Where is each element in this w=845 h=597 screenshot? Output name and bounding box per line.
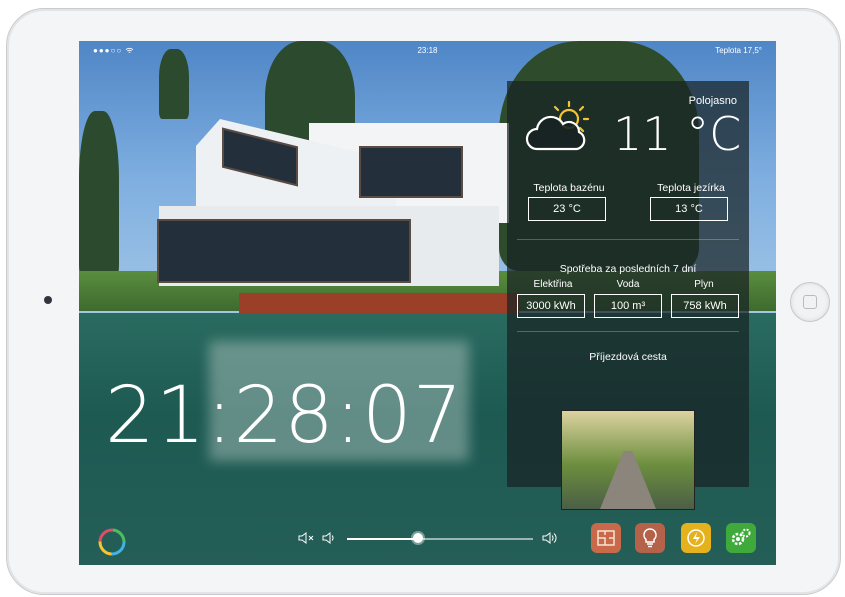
gas-value: 758 kWh — [671, 294, 739, 318]
lighting-button[interactable] — [635, 523, 665, 553]
energy-button[interactable] — [681, 523, 711, 553]
energy-icon — [681, 523, 711, 553]
home-button-icon — [803, 295, 817, 309]
home-button[interactable] — [790, 282, 830, 322]
volume-slider-fill — [347, 538, 418, 540]
panel-divider — [517, 239, 739, 240]
settings-button[interactable] — [726, 523, 756, 553]
panel-divider — [517, 331, 739, 332]
weather-condition: Polojasno — [688, 95, 737, 107]
volume-slider-knob[interactable] — [412, 533, 423, 543]
status-time: 23:18 — [417, 46, 438, 55]
app-logo-icon[interactable] — [97, 527, 127, 557]
pond-temp-label: Teplota jezírka — [657, 182, 725, 194]
driveway-title: Příjezdová cesta — [589, 351, 667, 363]
house-window — [157, 219, 411, 283]
pool-temp-label: Teplota bazénu — [533, 182, 605, 194]
background-tree — [159, 49, 189, 119]
status-bar: ●●●○○ 23:18 Teplota 17,5° — [79, 41, 776, 59]
settings-icon — [726, 523, 756, 553]
driveway-camera-thumbnail[interactable] — [561, 410, 695, 510]
background-tree — [79, 111, 119, 281]
volume-slider[interactable] — [347, 533, 533, 543]
mute-icon[interactable] — [297, 531, 315, 545]
camera-dot — [44, 296, 52, 304]
consumption-title: Spotřeba za posledních 7 dní — [559, 263, 697, 275]
volume-down-icon[interactable] — [321, 531, 337, 545]
weather-temperature: 11 °C — [613, 107, 742, 161]
volume-up-icon[interactable] — [541, 531, 559, 545]
info-panel: Polojasno 11 °C Teplota bazénu 23 °C Tep… — [507, 81, 749, 510]
electricity-label: Elektřina — [533, 279, 573, 290]
electricity-value: 3000 kWh — [517, 294, 585, 318]
partly-cloudy-icon — [525, 100, 590, 151]
main-clock: 21:28:07 — [105, 371, 464, 461]
floorplan-icon — [591, 523, 621, 553]
screen: ●●●○○ 23:18 Teplota 17,5° 21:28:07 Poloj… — [79, 41, 776, 565]
status-temperature: Teplota 17,5° — [715, 46, 762, 55]
water-label: Voda — [616, 279, 640, 290]
gas-label: Plyn — [694, 279, 714, 290]
driveway-road — [600, 451, 656, 509]
pond-temp-value: 13 °C — [650, 197, 728, 221]
water-value: 100 m³ — [594, 294, 662, 318]
house-window — [359, 146, 463, 198]
pool-temp-value: 23 °C — [528, 197, 606, 221]
floorplan-button[interactable] — [591, 523, 621, 553]
lightbulb-icon — [635, 523, 665, 553]
